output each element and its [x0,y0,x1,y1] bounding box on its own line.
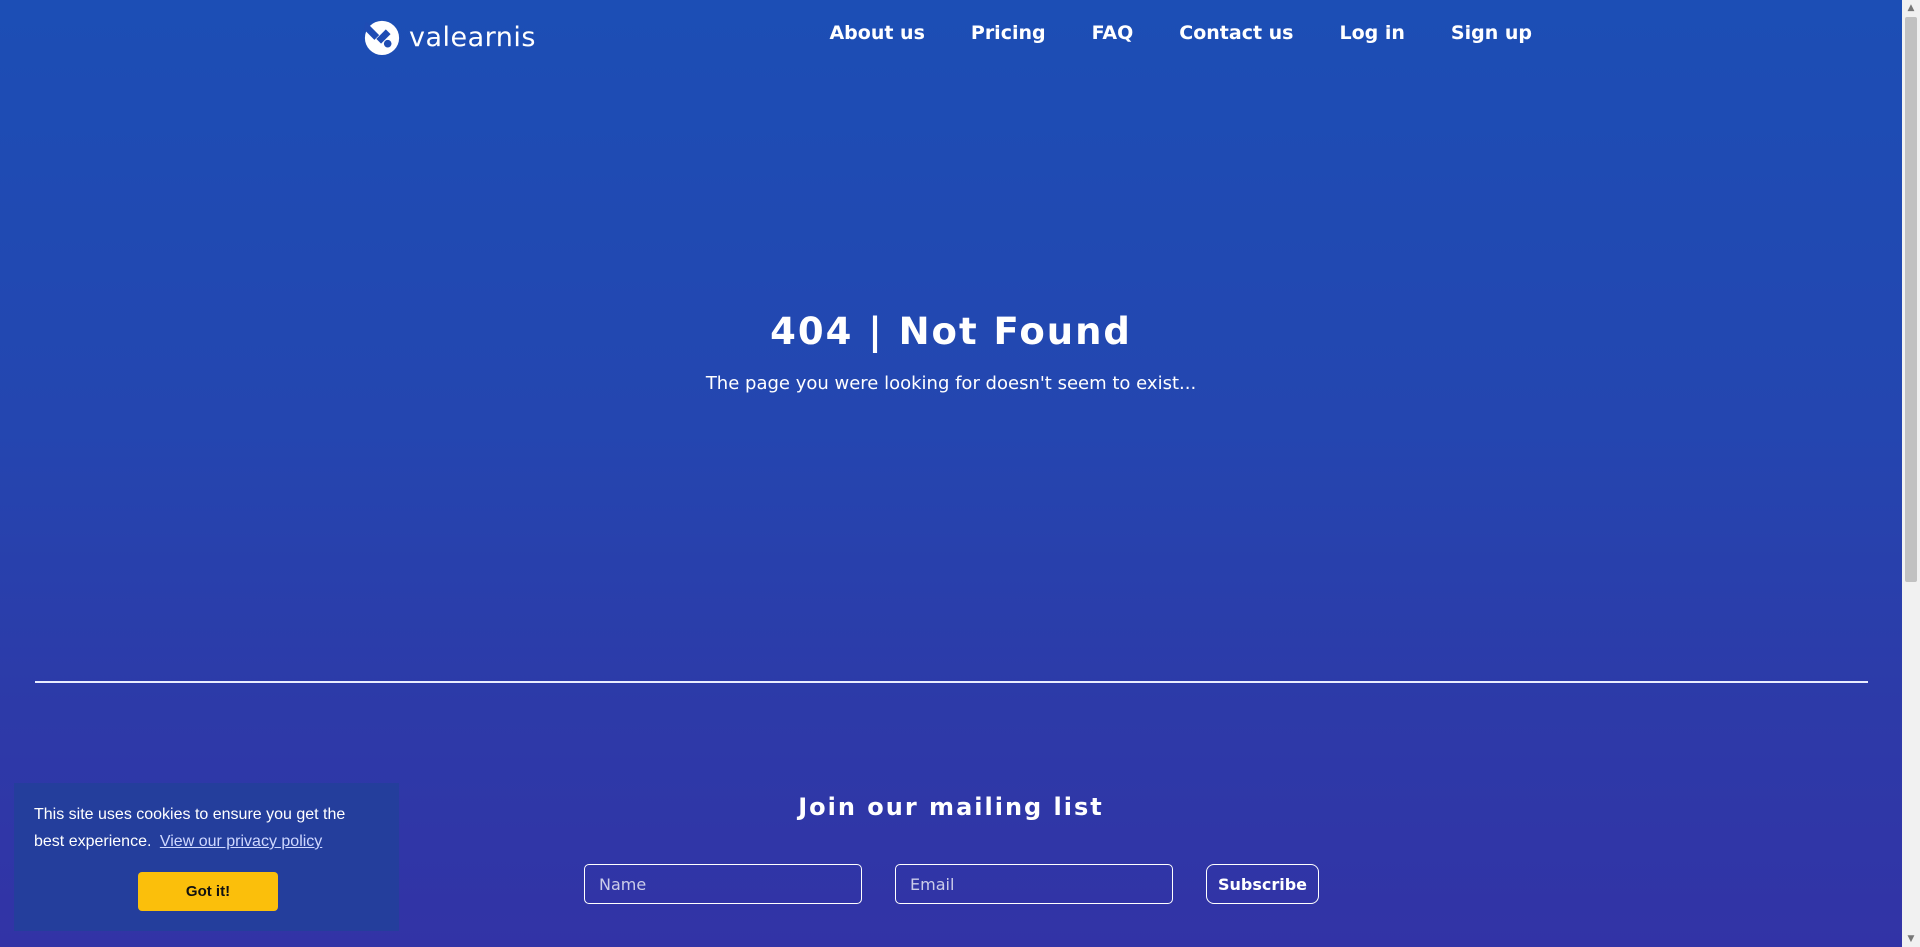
brand-name: valearnis [409,21,536,53]
email-input[interactable] [895,864,1173,904]
nav-contact-us[interactable]: Contact us [1179,22,1293,44]
nav-log-in[interactable]: Log in [1340,22,1405,44]
divider [35,681,1868,683]
page-title: 404 | Not Found [770,310,1132,353]
triangle-down-icon[interactable]: ▼ [1902,931,1920,947]
not-found-message: The page you were looking for doesn't se… [705,373,1197,394]
nav-about-us[interactable]: About us [829,22,924,44]
not-found-section: 404 | Not Found The page you were lookin… [0,310,1902,394]
valearnis-logo-icon [363,20,400,56]
site-header: valearnis About us Pricing FAQ Contact u… [0,0,1902,72]
cookie-banner: This site uses cookies to ensure you get… [14,783,399,931]
cookie-accept-button[interactable]: Got it! [138,872,278,911]
name-input[interactable] [584,864,862,904]
scrollbar[interactable]: ▲ ▼ [1902,0,1920,947]
nav-pricing[interactable]: Pricing [971,22,1046,44]
privacy-policy-link[interactable]: View our privacy policy [160,833,322,850]
subscribe-button[interactable]: Subscribe [1206,864,1319,904]
nav-sign-up[interactable]: Sign up [1451,22,1532,44]
scrollbar-thumb[interactable] [1905,17,1917,582]
logo-link[interactable]: valearnis [363,16,536,58]
triangle-up-icon[interactable]: ▲ [1902,0,1920,16]
main-nav: About us Pricing FAQ Contact us Log in S… [829,22,1532,44]
nav-faq[interactable]: FAQ [1092,22,1134,44]
